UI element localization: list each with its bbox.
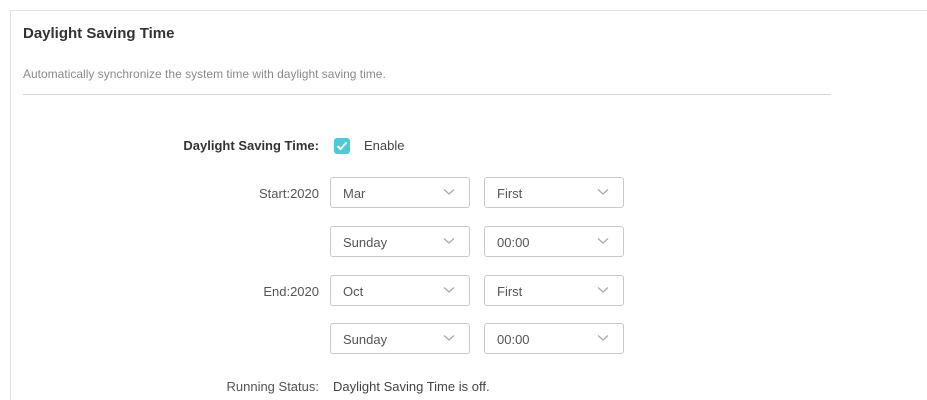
start-time-select[interactable]: 00:00	[484, 226, 624, 257]
section-divider	[23, 94, 831, 95]
dst-enable-checkbox[interactable]	[334, 138, 350, 154]
start-week-value: First	[497, 186, 523, 201]
end-week-select[interactable]: First	[484, 275, 624, 306]
chevron-down-icon	[443, 287, 455, 293]
dst-label: Daylight Saving Time:	[183, 138, 319, 153]
chevron-down-icon	[597, 335, 609, 341]
chevron-down-icon	[597, 238, 609, 244]
end-day-select[interactable]: Sunday	[330, 323, 470, 354]
chevron-down-icon	[443, 238, 455, 244]
start-time-value: 00:00	[497, 235, 530, 250]
section-title: Daylight Saving Time	[23, 25, 175, 42]
end-time-select[interactable]: 00:00	[484, 323, 624, 354]
start-day-value: Sunday	[343, 235, 388, 250]
start-month-select[interactable]: Mar	[330, 177, 470, 208]
running-status-value: Daylight Saving Time is off.	[333, 379, 490, 394]
section-description: Automatically synchronize the system tim…	[23, 67, 386, 81]
dst-enable-label: Enable	[364, 138, 405, 153]
chevron-down-icon	[443, 189, 455, 195]
chevron-down-icon	[597, 287, 609, 293]
running-status-label: Running Status:	[226, 379, 319, 394]
end-month-select[interactable]: Oct	[330, 275, 470, 306]
end-label: End:2020	[263, 284, 319, 299]
end-month-value: Oct	[343, 284, 364, 299]
end-day-value: Sunday	[343, 332, 388, 347]
chevron-down-icon	[443, 335, 455, 341]
start-day-select[interactable]: Sunday	[330, 226, 470, 257]
end-week-value: First	[497, 284, 523, 299]
end-time-value: 00:00	[497, 332, 530, 347]
chevron-down-icon	[597, 189, 609, 195]
start-week-select[interactable]: First	[484, 177, 624, 208]
checkmark-icon	[336, 141, 348, 151]
start-label: Start:2020	[259, 186, 319, 201]
start-month-value: Mar	[343, 186, 366, 201]
